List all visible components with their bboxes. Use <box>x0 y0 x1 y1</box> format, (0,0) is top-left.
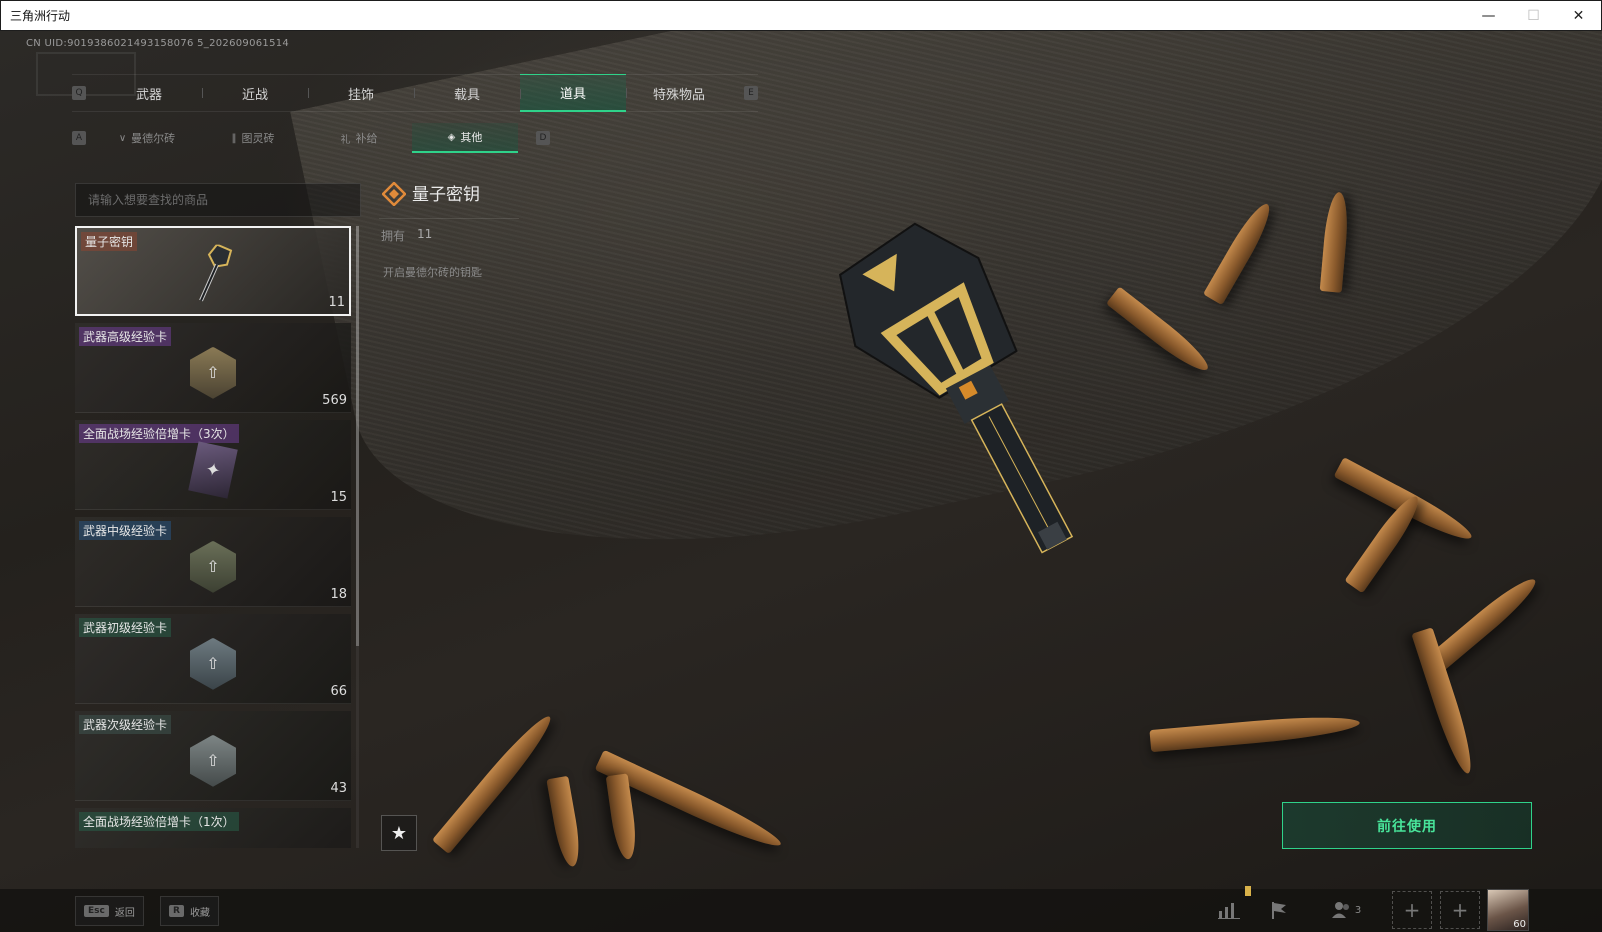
user-uid: CN UID:9019386021493158076 5_20260906151… <box>26 38 290 49</box>
subtab-other[interactable]: ◈ 其他 <box>412 123 518 153</box>
collect-button[interactable]: R 收藏 <box>160 896 219 926</box>
plus-icon: + <box>1451 898 1469 922</box>
gift-icon: 礼 <box>340 134 351 146</box>
turing-brick-icon: ‖ <box>231 132 237 144</box>
list-item[interactable]: 武器高级经验卡 ⇧ 569 <box>75 323 351 413</box>
item-name: 武器高级经验卡 <box>79 327 172 346</box>
favorite-star-icon[interactable]: ★ <box>381 815 417 851</box>
item-count: 18 <box>330 587 347 602</box>
item-count: 66 <box>330 684 347 699</box>
tab-special-items[interactable]: 特殊物品 <box>626 74 732 112</box>
subcategory-tabs: A ∨ 曼德尔砖 ‖ 图灵砖 礼 补给 ◈ 其他 D <box>72 123 550 153</box>
search-input[interactable] <box>88 193 348 207</box>
subtab-label: 补给 <box>355 132 378 145</box>
bullet-image <box>1344 490 1426 594</box>
hex-steel-icon: ⇧ <box>190 637 236 690</box>
tab-vehicles[interactable]: 载具 <box>414 74 520 112</box>
item-list-scrollbar[interactable] <box>356 226 359 848</box>
item-description: 开启曼德尔砖的钥匙 <box>383 266 482 279</box>
list-item[interactable]: 武器次级经验卡 ⇧ 43 <box>75 711 351 801</box>
hex-gold-icon: ⇧ <box>190 346 236 399</box>
category-tabs: Q 武器 近战 挂饰 载具 道具 特殊物品 E <box>72 74 758 112</box>
window-title-bar: 三角洲行动 — ☐ ✕ <box>0 0 1602 31</box>
item-name: 武器次级经验卡 <box>79 715 172 734</box>
window-controls: — ☐ ✕ <box>1466 1 1601 31</box>
item-name: 全面战场经验倍增卡（3次） <box>79 424 239 443</box>
avatar[interactable]: 60 <box>1487 889 1529 931</box>
bullet-image <box>1149 711 1361 753</box>
minimize-button[interactable]: — <box>1466 1 1511 31</box>
collect-label: 收藏 <box>189 907 210 919</box>
list-item[interactable]: 武器初级经验卡 ⇧ 66 <box>75 614 351 704</box>
hex-olive-icon: ⇧ <box>190 540 236 593</box>
quantum-key-image <box>820 215 1160 599</box>
owned-count: 拥有 11 <box>381 227 432 244</box>
back-button[interactable]: Esc 返回 <box>75 896 144 926</box>
bullet-image <box>546 775 584 869</box>
divider <box>379 218 519 219</box>
item-detail-header: 量子密钥 <box>381 180 480 207</box>
tab-charms[interactable]: 挂饰 <box>308 74 414 112</box>
notification-badge <box>1245 886 1251 896</box>
avatar-level: 60 <box>1513 919 1526 930</box>
bullet-image <box>431 709 559 855</box>
stats-button[interactable] <box>1212 891 1246 929</box>
prev-subtab-key-hint: A <box>72 131 86 145</box>
item-name: 武器初级经验卡 <box>79 618 172 637</box>
item-count: 11 <box>328 295 345 310</box>
list-item[interactable]: 量子密钥 11 <box>75 226 351 316</box>
party-count: 3 <box>1354 904 1362 916</box>
tab-weapons[interactable]: 武器 <box>96 74 202 112</box>
rarity-diamond-icon <box>381 180 407 207</box>
party-button[interactable]: 3 <box>1326 891 1366 929</box>
item-count: 15 <box>330 490 347 505</box>
subtab-label: 图灵砖 <box>241 132 275 145</box>
flag-icon <box>1272 902 1286 919</box>
list-item[interactable]: 全面战场经验倍增卡（1次） ✦ <box>75 808 351 848</box>
friends-icon <box>1331 902 1349 918</box>
subtab-supply[interactable]: 礼 补给 <box>306 123 412 153</box>
maximize-button[interactable]: ☐ <box>1511 1 1556 31</box>
owned-value: 11 <box>417 227 433 241</box>
bar-chart-icon <box>1218 903 1240 919</box>
esc-key-hint: Esc <box>84 905 109 917</box>
plus-icon: + <box>1403 898 1421 922</box>
item-count: 43 <box>330 781 347 796</box>
add-teammate-button-1[interactable]: + <box>1392 891 1432 929</box>
item-name: 武器中级经验卡 <box>79 521 172 540</box>
next-subtab-key-hint: D <box>536 131 550 145</box>
window-title: 三角洲行动 <box>10 9 71 23</box>
item-detail-name: 量子密钥 <box>412 185 480 205</box>
subtab-label: 其他 <box>460 131 483 144</box>
subtab-label: 曼德尔砖 <box>131 132 176 145</box>
item-list: 量子密钥 11 武器高级经验卡 ⇧ 569 全面战场经验倍增卡（3次） ✦ 15… <box>75 226 353 848</box>
hex-slate-icon: ⇧ <box>190 734 236 787</box>
tab-props[interactable]: 道具 <box>520 74 626 112</box>
mandel-brick-icon: ∨ <box>118 132 127 144</box>
scrollbar-thumb[interactable] <box>356 226 359 646</box>
next-tab-key-hint: E <box>744 86 758 100</box>
tab-melee[interactable]: 近战 <box>202 74 308 112</box>
search-box <box>75 183 361 217</box>
subtab-mandel-brick[interactable]: ∨ 曼德尔砖 <box>94 123 200 153</box>
item-name: 量子密钥 <box>81 232 138 251</box>
flag-button[interactable] <box>1262 891 1296 929</box>
add-teammate-button-2[interactable]: + <box>1440 891 1480 929</box>
go-use-button[interactable]: 前往使用 <box>1282 802 1532 849</box>
card-icon: ✦ <box>188 440 238 499</box>
item-count: 569 <box>322 393 347 408</box>
owned-label: 拥有 <box>381 229 406 243</box>
r-key-hint: R <box>169 905 184 917</box>
prev-tab-key-hint: Q <box>72 86 86 100</box>
bullet-image <box>1428 571 1542 673</box>
close-button[interactable]: ✕ <box>1556 1 1601 31</box>
key-icon <box>191 243 235 311</box>
back-label: 返回 <box>114 907 135 919</box>
item-name: 全面战场经验倍增卡（1次） <box>79 812 239 831</box>
list-item[interactable]: 全面战场经验倍增卡（3次） ✦ 15 <box>75 420 351 510</box>
list-item[interactable]: 武器中级经验卡 ⇧ 18 <box>75 517 351 607</box>
diamond-icon: ◈ <box>447 131 456 143</box>
subtab-turing-brick[interactable]: ‖ 图灵砖 <box>200 123 306 153</box>
